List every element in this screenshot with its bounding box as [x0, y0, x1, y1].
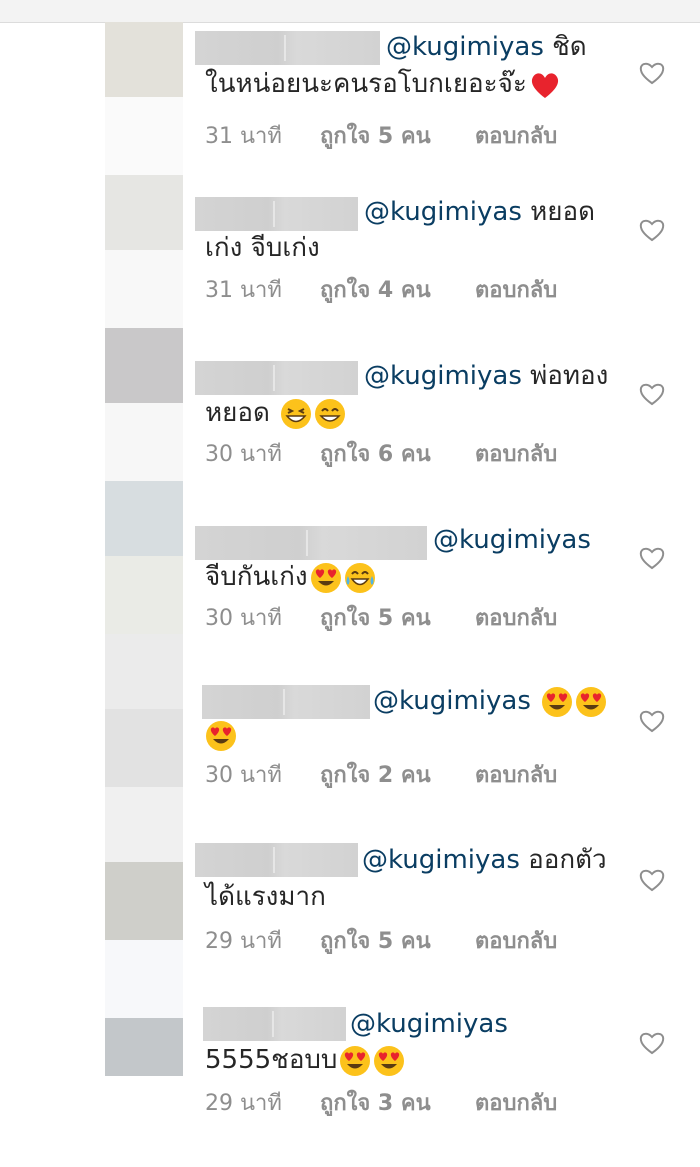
comment-text	[531, 686, 539, 716]
username-redacted[interactable]	[195, 843, 358, 877]
heart-eyes-emoji	[310, 562, 341, 593]
comment-item: @kugimiyas 30 นาที ถูกใจ 2 คน ตอบกลับ	[0, 684, 700, 844]
timestamp: 30 นาที	[205, 763, 282, 788]
comment-line-1: @kugimiyas ชิด	[386, 30, 587, 64]
timestamp: 31 นาที	[205, 124, 282, 149]
comment-line-1: @kugimiyas	[433, 523, 591, 557]
reply-button[interactable]: ตอบกลับ	[475, 761, 557, 791]
comment-meta: 31 นาที ถูกใจ 4 คน ตอบกลับ	[205, 276, 557, 306]
comment-meta: 30 นาที ถูกใจ 2 คน ตอบกลับ	[205, 761, 557, 791]
heart-eyes-emoji	[576, 686, 607, 717]
mention-link[interactable]: @kugimiyas	[350, 1009, 508, 1039]
heart-outline-icon[interactable]	[638, 545, 666, 571]
comment-line-1: @kugimiyas ออกตัว	[362, 843, 607, 877]
comment-line-1: @kugimiyas หยอด	[364, 195, 595, 229]
heart-outline-icon[interactable]	[638, 381, 666, 407]
username-redacted[interactable]	[203, 1007, 346, 1041]
top-bar	[0, 0, 700, 23]
comment-line-2: 5555ชอบบ	[205, 1043, 405, 1077]
comment-line-2: ได้แรงมาก	[205, 880, 326, 914]
reply-button[interactable]: ตอบกลับ	[475, 604, 557, 634]
comment-item: @kugimiyas ชิด ในหน่อยนะคนรอโบกเยอะจ๊ะ 3…	[0, 30, 700, 190]
heart-eyes-emoji	[206, 720, 236, 751]
mention-link[interactable]: @kugimiyas	[364, 197, 522, 227]
comment-text: ออกตัว	[519, 845, 607, 875]
username-redacted[interactable]	[202, 685, 370, 719]
comment-item: @kugimiyas จีบกันเก่ง 30 นาที ถูกใจ 5 คน…	[0, 523, 700, 683]
comment-text: 5555ชอบบ	[205, 1045, 338, 1075]
mention-link[interactable]: @kugimiyas	[386, 32, 544, 62]
timestamp: 30 นาที	[205, 606, 282, 631]
mention-link[interactable]: @kugimiyas	[433, 525, 591, 555]
heart-outline-icon[interactable]	[638, 217, 666, 243]
comment-meta: 29 นาที ถูกใจ 3 คน ตอบกลับ	[205, 1089, 557, 1119]
comment-line-2: เก่ง จีบเก่ง	[205, 231, 320, 265]
comment-text: เก่ง จีบเก่ง	[205, 233, 320, 263]
reply-button[interactable]: ตอบกลับ	[475, 440, 557, 470]
heart-outline-icon[interactable]	[638, 708, 666, 734]
comment-item: @kugimiyas 5555ชอบบ 29 นาที ถูกใจ 3 คน ต…	[0, 1007, 700, 1167]
mention-link[interactable]: @kugimiyas	[362, 845, 520, 875]
likes-count[interactable]: ถูกใจ 2 คน	[320, 761, 431, 791]
heart-outline-icon[interactable]	[638, 1030, 666, 1056]
comment-meta: 30 นาที ถูกใจ 5 คน ตอบกลับ	[205, 604, 557, 634]
comment-text: หยอด	[205, 398, 279, 428]
likes-count[interactable]: ถูกใจ 4 คน	[320, 276, 431, 306]
grinning-squinting-emoji	[281, 398, 312, 429]
heart-eyes-emoji	[374, 1045, 405, 1076]
comment-text: ในหน่อยนะคนรอโบกเยอะจ๊ะ	[205, 69, 527, 99]
comment-item: @kugimiyas หยอด เก่ง จีบเก่ง 31 นาที ถูก…	[0, 195, 700, 355]
comment-text: จีบกันเก่ง	[205, 562, 308, 592]
comment-item: @kugimiyas ออกตัว ได้แรงมาก 29 นาที ถูกใ…	[0, 843, 700, 1003]
likes-count[interactable]: ถูกใจ 6 คน	[320, 440, 431, 470]
comment-meta: 31 นาที ถูกใจ 5 คน ตอบกลับ	[205, 122, 557, 152]
comment-line-1: @kugimiyas	[373, 684, 607, 718]
username-redacted[interactable]	[195, 31, 380, 65]
heart-eyes-emoji	[542, 686, 573, 717]
comment-item: @kugimiyas พ่อทอง หยอด 30 นาที ถูกใจ 6 ค…	[0, 359, 700, 519]
likes-count[interactable]: ถูกใจ 5 คน	[320, 122, 431, 152]
comment-text: หยอด	[521, 197, 596, 227]
timestamp: 29 นาที	[205, 929, 282, 954]
reply-button[interactable]: ตอบกลับ	[475, 1089, 557, 1119]
comment-meta: 30 นาที ถูกใจ 6 คน ตอบกลับ	[205, 440, 557, 470]
mention-link[interactable]: @kugimiyas	[364, 361, 522, 391]
comment-meta: 29 นาที ถูกใจ 5 คน ตอบกลับ	[205, 927, 557, 957]
comment-line-2: หยอด	[205, 396, 346, 430]
comment-line-1: @kugimiyas พ่อทอง	[364, 359, 608, 393]
comment-text: พ่อทอง	[521, 361, 609, 391]
heart-eyes-emoji	[340, 1045, 371, 1076]
reply-button[interactable]: ตอบกลับ	[475, 927, 557, 957]
comment-line-1: @kugimiyas	[350, 1007, 508, 1041]
red-heart-emoji	[531, 72, 558, 98]
heart-outline-icon[interactable]	[638, 60, 666, 86]
comment-line-2: จีบกันเก่ง	[205, 560, 376, 594]
reply-button[interactable]: ตอบกลับ	[475, 122, 557, 152]
timestamp: 31 นาที	[205, 278, 282, 303]
likes-count[interactable]: ถูกใจ 3 คน	[320, 1089, 431, 1119]
reply-button[interactable]: ตอบกลับ	[475, 276, 557, 306]
grinning-smiling-eyes-emoji	[315, 398, 346, 429]
comment-line-2: ในหน่อยนะคนรอโบกเยอะจ๊ะ	[205, 67, 561, 101]
timestamp: 30 นาที	[205, 442, 282, 467]
likes-count[interactable]: ถูกใจ 5 คน	[320, 927, 431, 957]
likes-count[interactable]: ถูกใจ 5 คน	[320, 604, 431, 634]
heart-outline-icon[interactable]	[638, 867, 666, 893]
tears-of-joy-emoji	[344, 562, 375, 593]
comment-text: ชิด	[543, 32, 587, 62]
timestamp: 29 นาที	[205, 1091, 282, 1116]
username-redacted[interactable]	[195, 361, 358, 395]
mention-link[interactable]: @kugimiyas	[373, 686, 531, 716]
username-redacted[interactable]	[195, 197, 358, 231]
username-redacted[interactable]	[195, 526, 427, 560]
comment-text: ได้แรงมาก	[205, 882, 326, 912]
comment-line-2	[203, 718, 237, 752]
